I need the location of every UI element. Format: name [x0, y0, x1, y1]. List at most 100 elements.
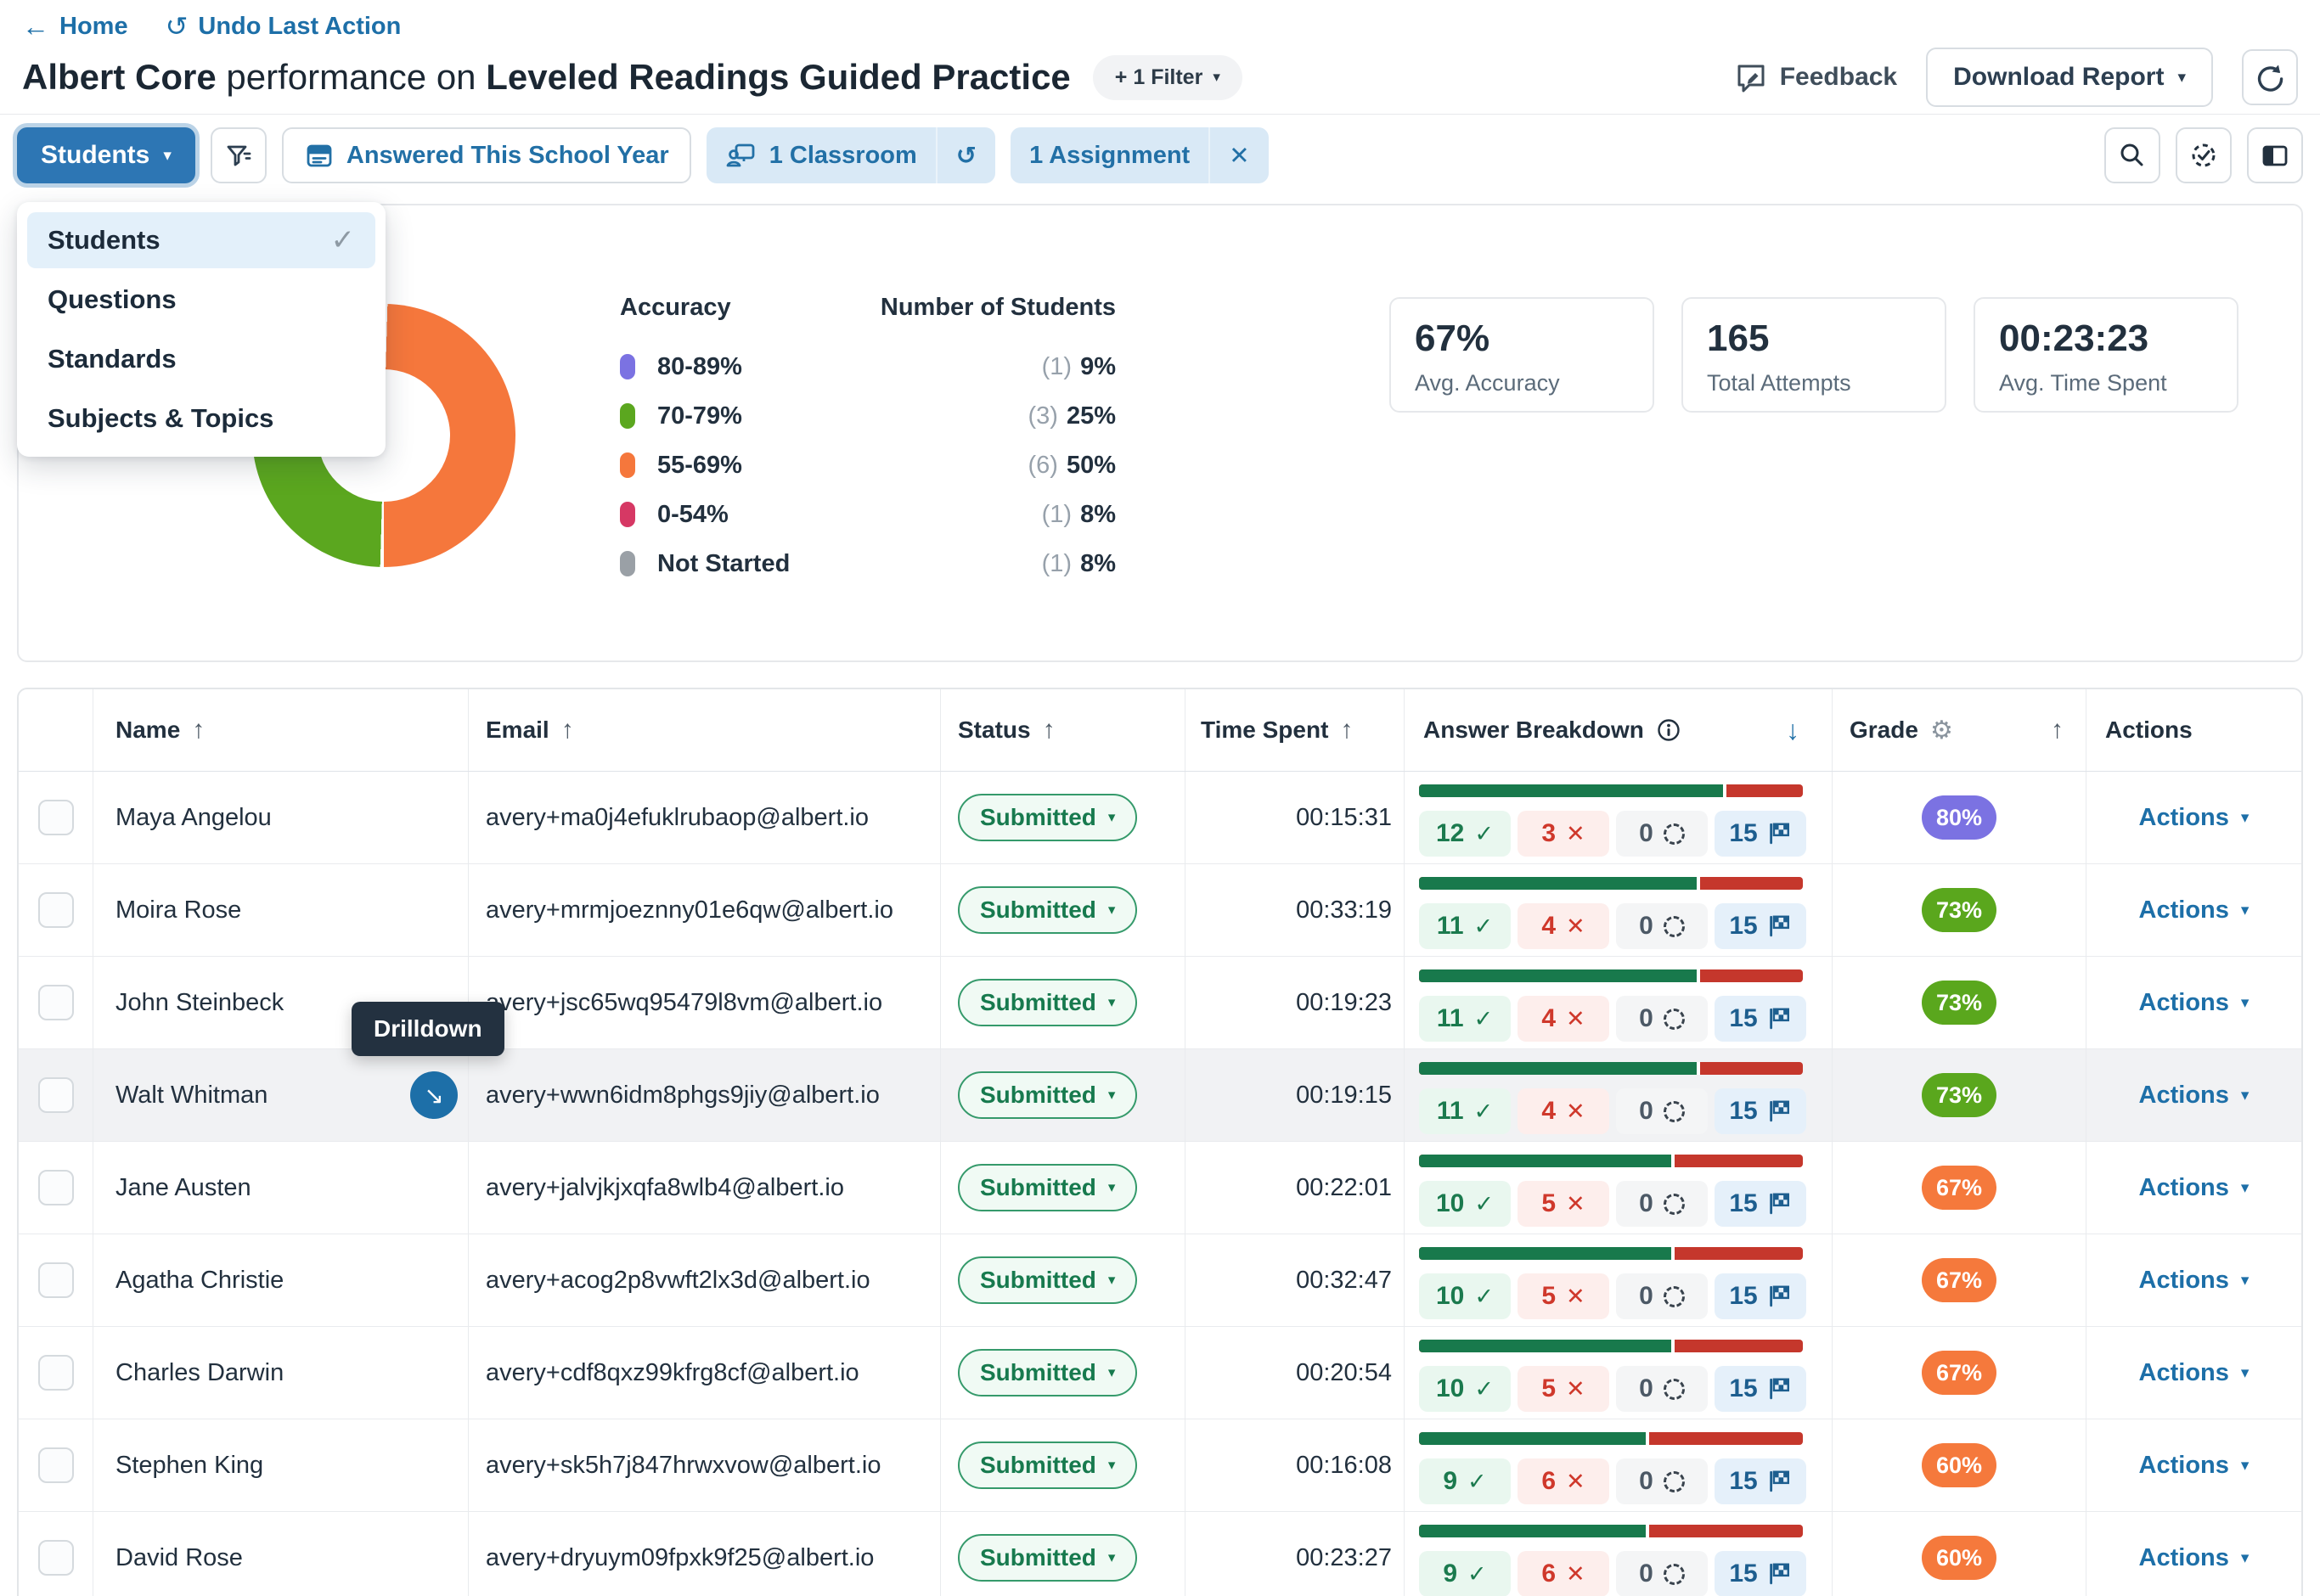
answer-breakdown-column-header[interactable]: Answer Breakdown ↓	[1405, 689, 1833, 771]
incorrect-count-pill: 6✕	[1518, 1551, 1609, 1596]
actions-button[interactable]: Actions ▾	[2139, 1452, 2250, 1480]
actions-button[interactable]: Actions ▾	[2139, 1359, 2250, 1387]
feedback-button[interactable]: Feedback	[1734, 60, 1897, 94]
student-name: Charles Darwin	[115, 1359, 284, 1387]
view-selector-menu-item[interactable]: Standards	[27, 331, 375, 387]
extra-filter-badge[interactable]: + 1 Filter ▾	[1093, 55, 1242, 100]
accuracy-legend: Accuracy Number of Students 80-89% (1) 9…	[620, 294, 1116, 588]
student-name: David Rose	[115, 1544, 243, 1572]
actions-button[interactable]: Actions ▾	[2139, 1174, 2250, 1202]
page-title: Albert Core performance on Leveled Readi…	[22, 57, 1071, 98]
row-checkbox[interactable]	[38, 800, 74, 835]
classroom-icon	[725, 139, 757, 171]
table-row[interactable]: Moira Rose avery+mrmjoeznny01e6qw@albert…	[19, 864, 2301, 957]
row-checkbox[interactable]	[38, 1447, 74, 1483]
row-checkbox[interactable]	[38, 1077, 74, 1113]
status-badge[interactable]: Submitted ▾	[958, 1349, 1137, 1396]
status-badge[interactable]: Submitted ▾	[958, 1164, 1137, 1211]
row-checkbox[interactable]	[38, 985, 74, 1020]
assignment-filter-clear[interactable]: ✕	[1208, 127, 1268, 183]
legend-swatch	[620, 551, 635, 576]
sort-asc-icon: ↑	[1043, 716, 1056, 745]
x-icon: ✕	[1566, 913, 1585, 940]
grade-cell: 67%	[1833, 1234, 2086, 1326]
status-badge[interactable]: Submitted ▾	[958, 1256, 1137, 1304]
actions-button[interactable]: Actions ▾	[2139, 989, 2250, 1017]
name-column-header[interactable]: Name ↑	[93, 689, 469, 771]
row-checkbox[interactable]	[38, 892, 74, 928]
row-checkbox[interactable]	[38, 1170, 74, 1205]
select-all-header-cell	[19, 689, 93, 771]
download-report-button[interactable]: Download Report ▾	[1926, 48, 2213, 107]
actions-button[interactable]: Actions ▾	[2139, 804, 2250, 832]
table-row[interactable]: Stephen King avery+sk5h7j847hrwxvow@albe…	[19, 1419, 2301, 1512]
table-row[interactable]: Agatha Christie avery+acog2p8vwft2lx3d@a…	[19, 1234, 2301, 1327]
refresh-button[interactable]	[2242, 49, 2298, 105]
email-cell: avery+acog2p8vwft2lx3d@albert.io	[469, 1234, 941, 1326]
status-badge[interactable]: Submitted ▾	[958, 1534, 1137, 1582]
row-checkbox[interactable]	[38, 1262, 74, 1298]
total-count-pill: 15	[1715, 903, 1806, 949]
actions-button[interactable]: Actions ▾	[2139, 1082, 2250, 1110]
answer-pills: 9✓ 6✕ 0 15	[1419, 1551, 1806, 1596]
undo-link[interactable]: ↺ Undo Last Action	[166, 10, 402, 42]
row-checkbox[interactable]	[38, 1355, 74, 1391]
correct-count-pill: 10 ✓	[1419, 1181, 1511, 1227]
view-selector-menu-item[interactable]: Students ✓	[27, 212, 375, 268]
table-row[interactable]: David Rose avery+dryuym09fpxk9f25@albert…	[19, 1512, 2301, 1596]
view-selector-menu: Students ✓ Questions Standards Subjects …	[17, 202, 386, 457]
table-row[interactable]: Maya Angelou avery+ma0j4efuklrubaop@albe…	[19, 772, 2301, 864]
view-selector-button[interactable]: Students ▾	[17, 127, 195, 183]
time-check-button[interactable]	[2176, 127, 2232, 183]
actions-button[interactable]: Actions ▾	[2139, 896, 2250, 924]
search-button[interactable]	[2104, 127, 2160, 183]
incorrect-count: 4	[1541, 912, 1556, 941]
home-link[interactable]: ← Home	[22, 11, 128, 42]
filter-funnel-button[interactable]	[211, 127, 267, 183]
grade-column-header[interactable]: Grade ⚙ ↑	[1833, 689, 2086, 771]
legend-swatch	[620, 502, 635, 527]
status-badge[interactable]: Submitted ▾	[958, 979, 1137, 1026]
status-cell: Submitted ▾	[941, 1234, 1185, 1326]
status-badge[interactable]: Submitted ▾	[958, 1071, 1137, 1119]
stat-label: Avg. Time Spent	[1999, 370, 2213, 396]
stat-label: Total Attempts	[1707, 370, 1921, 396]
menu-item-label: Standards	[48, 344, 177, 374]
status-cell: Submitted ▾	[941, 1327, 1185, 1419]
time-column-header[interactable]: Time Spent ↑	[1185, 689, 1405, 771]
table-row[interactable]: Walt Whitman ↘ avery+wwn6idm8phgs9jiy@al…	[19, 1049, 2301, 1142]
table-row[interactable]: Charles Darwin avery+cdf8qxz99kfrg8cf@al…	[19, 1327, 2301, 1419]
row-checkbox[interactable]	[38, 1540, 74, 1576]
actions-button[interactable]: Actions ▾	[2139, 1267, 2250, 1295]
stat-card: 165 Total Attempts	[1681, 297, 1946, 413]
status-badge[interactable]: Submitted ▾	[958, 886, 1137, 934]
columns-button[interactable]	[2247, 127, 2303, 183]
view-selector-menu-item[interactable]: Subjects & Topics	[27, 391, 375, 447]
view-selector-label: Students	[41, 141, 149, 170]
table-row[interactable]: Jane Austen avery+jalvjkjxqfa8wlb4@alber…	[19, 1142, 2301, 1234]
total-count: 15	[1729, 1189, 1757, 1218]
date-filter-button[interactable]: Answered This School Year	[282, 127, 691, 183]
check-icon: ✓	[1474, 1191, 1494, 1217]
drilldown-button[interactable]: ↘	[410, 1071, 458, 1119]
status-badge[interactable]: Submitted ▾	[958, 794, 1137, 841]
classroom-filter[interactable]: 1 Classroom	[707, 127, 936, 183]
email-cell: avery+dryuym09fpxk9f25@albert.io	[469, 1512, 941, 1596]
email-column-header[interactable]: Email ↑	[469, 689, 941, 771]
actions-label: Actions	[2139, 1082, 2229, 1110]
correct-count: 10	[1436, 1189, 1464, 1218]
student-email: avery+jalvjkjxqfa8wlb4@albert.io	[486, 1174, 844, 1202]
incorrect-count: 6	[1541, 1559, 1556, 1588]
classroom-filter-reset[interactable]: ↺	[936, 127, 995, 183]
actions-button[interactable]: Actions ▾	[2139, 1544, 2250, 1572]
answer-breakdown-cell: 9✓ 6✕ 0 15	[1405, 1512, 1833, 1596]
actions-cell: Actions ▾	[2086, 772, 2301, 863]
view-selector-menu-item[interactable]: Questions	[27, 272, 375, 328]
time-spent-cell: 00:20:54	[1185, 1327, 1405, 1419]
answer-bar-correct	[1419, 784, 1726, 797]
gear-icon[interactable]: ⚙	[1930, 716, 1953, 745]
status-column-header[interactable]: Status ↑	[941, 689, 1185, 771]
time-spent-cell: 00:22:01	[1185, 1142, 1405, 1234]
assignment-filter[interactable]: 1 Assignment	[1011, 127, 1208, 183]
status-badge[interactable]: Submitted ▾	[958, 1441, 1137, 1489]
